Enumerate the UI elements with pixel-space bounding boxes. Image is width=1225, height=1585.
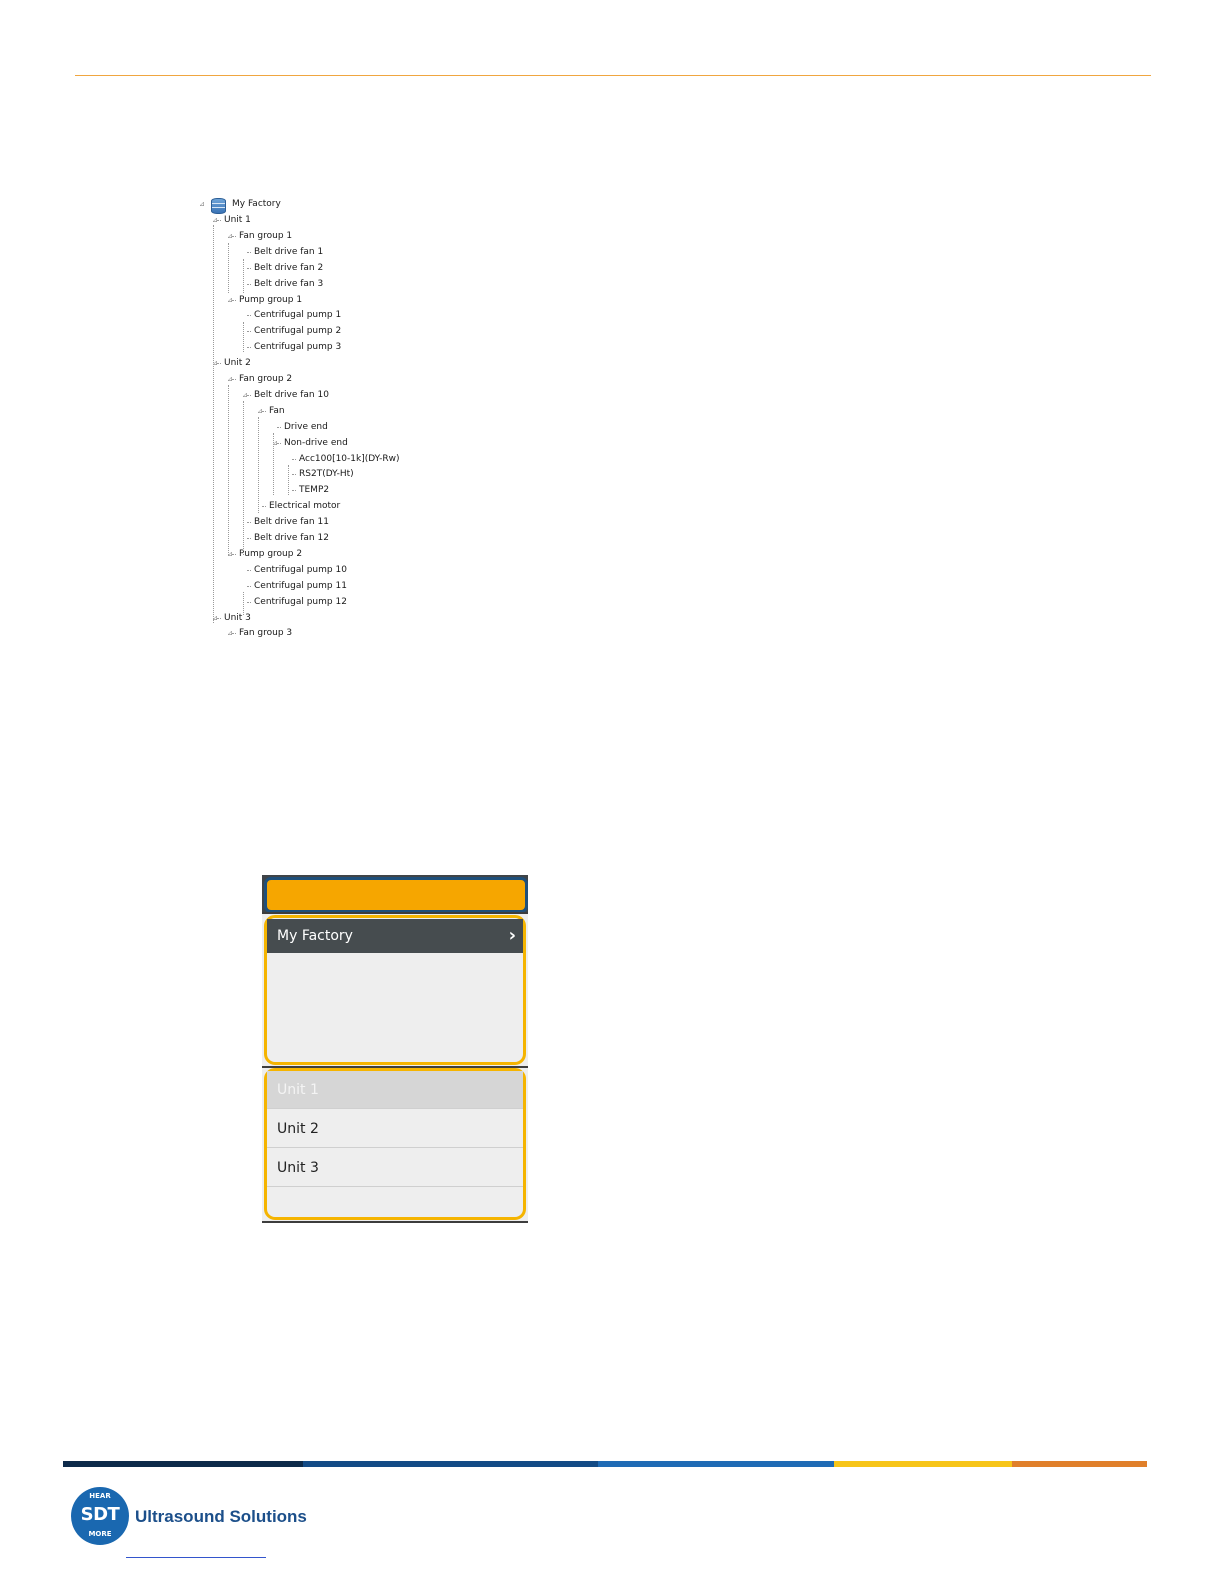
unit-row-3[interactable]: Unit 3 xyxy=(267,1149,523,1187)
logo-top-text: HEAR xyxy=(89,1492,111,1500)
tree-connector xyxy=(232,235,236,237)
tree-node-label: Belt drive fan 3 xyxy=(254,278,324,289)
tree-node-label: Fan xyxy=(269,405,285,416)
tree-guide-line xyxy=(243,401,244,555)
unit-label: Unit 3 xyxy=(277,1160,319,1176)
tree-connector xyxy=(247,585,251,587)
tree-node-label: Unit 3 xyxy=(224,612,251,623)
unit-label: Unit 2 xyxy=(277,1121,319,1137)
logo-main-text: SDT xyxy=(80,1504,120,1525)
tree-connector xyxy=(247,347,251,349)
tree-guide-line xyxy=(258,417,259,513)
tree-guide-line xyxy=(228,243,229,293)
factory-row[interactable]: My Factory › xyxy=(267,919,523,953)
tree-connector xyxy=(217,363,221,365)
brand-name: Ultrasound Solutions xyxy=(135,1507,307,1526)
tree-node-label: Centrifugal pump 12 xyxy=(254,596,347,607)
bar-segment xyxy=(303,1461,598,1467)
tree-node-label: Fan group 1 xyxy=(239,230,293,241)
tree-connector xyxy=(262,410,266,412)
tree-root-label: My Factory xyxy=(232,199,281,209)
tree-node-label: RS2T(DY-Ht) xyxy=(299,469,354,480)
footer-color-bar xyxy=(63,1461,1147,1467)
tree-connector xyxy=(262,506,266,508)
tree-node-label: Belt drive fan 12 xyxy=(254,533,329,543)
tree-connector xyxy=(232,379,236,380)
tree-node-label: Unit 2 xyxy=(224,358,251,369)
tree-guide-line xyxy=(243,592,244,615)
tree-connector xyxy=(232,633,236,635)
tree-guide-line xyxy=(288,465,289,495)
unit-row-2[interactable]: Unit 2 xyxy=(267,1110,523,1148)
chevron-right-icon: › xyxy=(508,925,516,946)
tree-node-label: Centrifugal pump 1 xyxy=(254,310,342,321)
footer-link-line xyxy=(126,1557,266,1558)
tree-node-label: Non-drive end xyxy=(284,437,348,448)
separator xyxy=(262,1221,528,1223)
tree-connector xyxy=(277,442,281,444)
tree-connector xyxy=(292,490,296,492)
tree-node-label: Centrifugal pump 10 xyxy=(254,564,347,575)
tree-node-label: Pump group 1 xyxy=(239,294,303,305)
tree-node-label: Acc100[10-1k](DY-Rw) xyxy=(299,453,400,464)
tree-connector xyxy=(232,553,236,555)
sdt-logo: HEAR SDT MORE xyxy=(71,1487,129,1545)
tree-connector xyxy=(247,251,251,253)
tree-connector xyxy=(247,315,251,317)
unit-row-1[interactable]: Unit 1 xyxy=(267,1071,523,1109)
bar-segment xyxy=(834,1461,1012,1467)
tree-guide-line xyxy=(228,385,229,555)
tree-connector xyxy=(247,331,251,333)
tree-connector xyxy=(247,394,251,396)
tree-connector xyxy=(247,569,251,571)
tree-node-label: Drive end xyxy=(284,421,328,432)
asset-tree: ⊿ My Factory ⊿ Unit 1 ⊿ Fan group 1 Belt dri… xyxy=(197,195,457,655)
tree-node-label: Centrifugal pump 2 xyxy=(254,326,342,337)
tree-connector xyxy=(292,458,296,460)
tree-node-label: Electrical motor xyxy=(269,501,341,512)
tree-node-label: Belt drive fan 1 xyxy=(254,246,324,257)
tree-connector xyxy=(217,617,221,619)
tree-connector xyxy=(217,220,221,221)
separator xyxy=(262,912,528,914)
tree-node-label: Centrifugal pump 3 xyxy=(254,342,342,353)
logo-bottom-text: MORE xyxy=(88,1530,112,1538)
tree-node-label: Centrifugal pump 11 xyxy=(254,580,347,591)
tree-node-label: Pump group 2 xyxy=(239,548,303,559)
tree-connector xyxy=(247,283,251,285)
tree-guide-line xyxy=(213,225,214,623)
tree-node-label: Belt drive fan 2 xyxy=(254,262,324,273)
tree-connector xyxy=(277,426,281,428)
bar-segment xyxy=(1012,1461,1147,1467)
database-icon xyxy=(211,198,226,214)
tree-connector xyxy=(232,299,236,301)
header-rule xyxy=(75,75,1151,76)
panel-header xyxy=(264,877,528,913)
tree-guide-line xyxy=(273,433,274,495)
tree-node-label: Unit 1 xyxy=(224,215,251,225)
tree-node-label: Fan group 3 xyxy=(239,628,293,639)
mobile-nav-panel: My Factory › Unit 1 Unit 2 Unit 3 xyxy=(262,875,528,1223)
tree-node-label: Belt drive fan 11 xyxy=(254,517,329,528)
bar-segment xyxy=(598,1461,834,1467)
unit-label: Unit 1 xyxy=(277,1082,319,1098)
tree-connector xyxy=(247,538,251,539)
expander-icon[interactable]: ⊿ xyxy=(199,197,205,211)
bar-segment xyxy=(63,1461,303,1467)
factory-label: My Factory xyxy=(277,928,353,944)
tree-guide-line xyxy=(243,322,244,352)
tree-connector xyxy=(247,522,251,524)
tree-node-label: TEMP2 xyxy=(299,485,330,496)
tree-node-label: Fan group 2 xyxy=(239,374,293,384)
tree-node-label: Belt drive fan 10 xyxy=(254,389,329,400)
tree-connector xyxy=(247,601,251,603)
tree-guide-line xyxy=(243,259,244,293)
tree-connector xyxy=(247,267,251,269)
tree-connector xyxy=(292,474,296,476)
